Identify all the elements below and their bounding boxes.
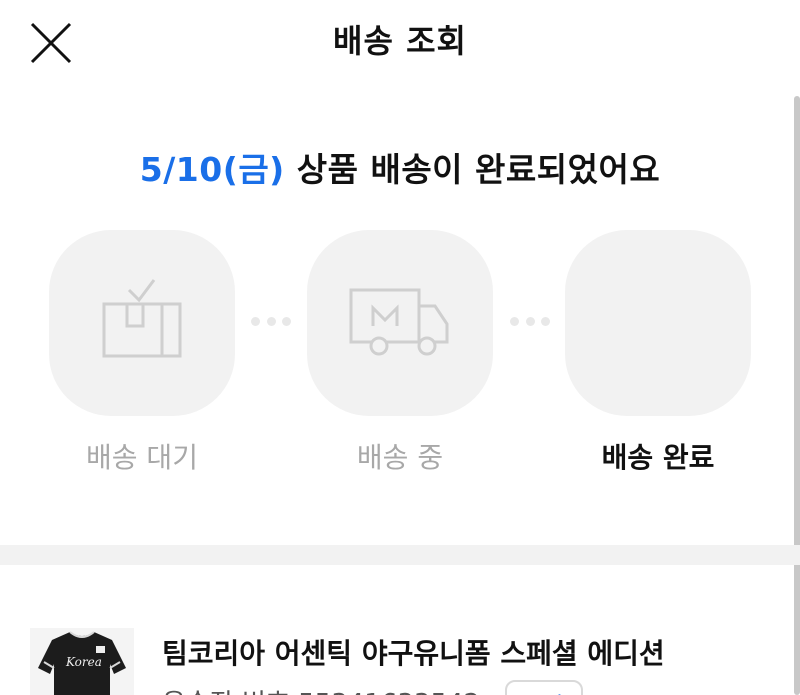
- delivery-status-text: 상품 배송이 완료되었어요: [284, 150, 661, 189]
- delivery-truck-icon: [349, 288, 449, 356]
- step-label-waiting: 배송 대기: [86, 441, 198, 474]
- step-in-transit: [307, 230, 493, 416]
- page-title: 배송 조회: [333, 22, 467, 60]
- step-waiting: [49, 230, 235, 416]
- box-check-icon: [102, 279, 182, 358]
- tracking-number: 운송장 번호 55341633542: [162, 683, 480, 695]
- step-label-in-transit: 배송 중: [356, 441, 444, 474]
- step-connector-dots: [251, 315, 291, 327]
- delivery-status-message: 5/10(금) 상품 배송이 완료되었어요: [0, 143, 800, 191]
- jersey-text: Korea: [65, 655, 102, 669]
- copy-button[interactable]: 복사: [505, 680, 583, 695]
- section-divider: [0, 545, 800, 565]
- product-thumbnail[interactable]: Korea: [30, 628, 134, 695]
- product-title[interactable]: 팀코리아 어센틱 야구유니폼 스페셜 에디션: [162, 632, 665, 672]
- delivery-date: 5/10(금): [139, 150, 285, 189]
- step-connector-dots: [510, 315, 550, 327]
- jersey-image: Korea: [38, 631, 126, 695]
- step-label-delivered: 배송 완료: [601, 441, 715, 474]
- header: 배송 조회: [0, 0, 800, 80]
- step-delivered: [565, 230, 751, 416]
